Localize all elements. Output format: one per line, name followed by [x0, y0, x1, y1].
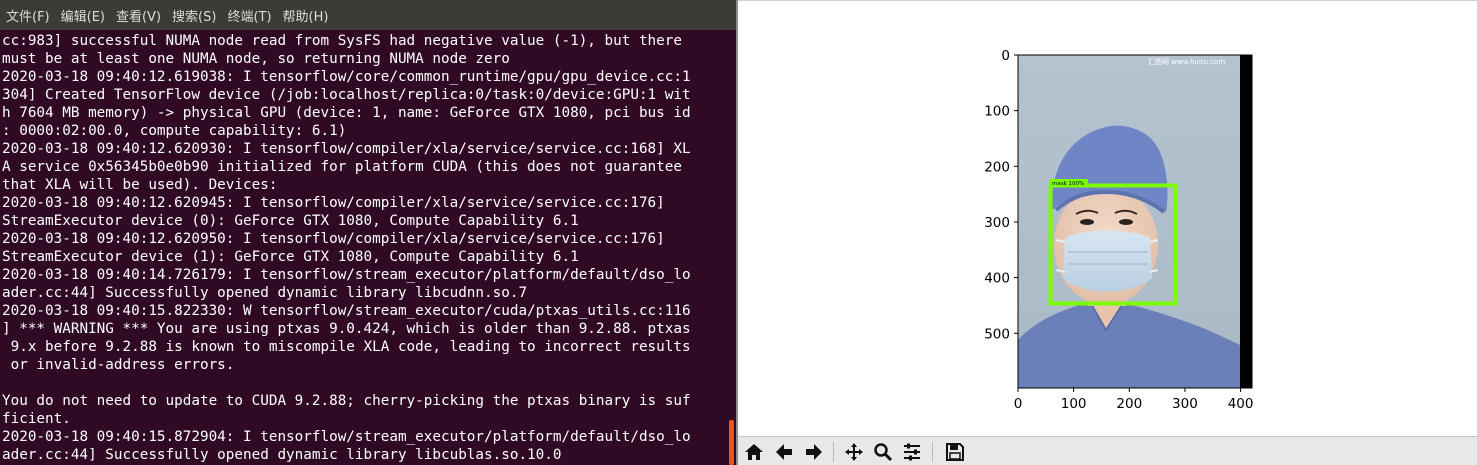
terminal-line: ader.cc:44] Successfully opened dynamic …	[2, 285, 528, 301]
x-tick-label: 300	[1172, 396, 1198, 412]
terminal-line: ader.cc:44] Successfully opened dynamic …	[2, 447, 562, 463]
terminal-line: h 7604 MB memory) -> physical GPU (devic…	[2, 105, 691, 121]
terminal-line: : 0000:02:00.0, compute capability: 6.1)	[2, 123, 347, 139]
back-button[interactable]	[770, 440, 797, 464]
terminal-line: 2020-03-18 09:40:14.726179: I tensorflow…	[2, 267, 691, 283]
terminal-line: 2020-03-18 09:40:15.822330: W tensorflow…	[2, 303, 691, 319]
figure-canvas[interactable]: 汇图网 www.huitu.com mask 100% 0 100 200 300 40…	[738, 0, 1477, 436]
terminal-line: 9.x before 9.2.88 is known to miscompile…	[2, 339, 691, 355]
x-tick-label: 400	[1228, 396, 1254, 412]
terminal-scrollbar[interactable]	[729, 420, 734, 465]
y-tick-label: 100	[984, 104, 1010, 120]
configure-button[interactable]	[898, 440, 925, 464]
terminal-line: A service 0x56345b0e0b90 initialized for…	[2, 159, 682, 175]
x-axis: 0 100 200 300 400	[1014, 388, 1254, 412]
home-icon	[744, 444, 763, 460]
terminal-line: must be at least one NUMA node, so retur…	[2, 51, 510, 67]
save-button[interactable]	[941, 440, 968, 464]
y-tick-label: 500	[984, 326, 1010, 342]
home-button[interactable]	[740, 440, 767, 464]
terminal-output[interactable]: cc:983] successful NUMA node read from S…	[2, 32, 726, 464]
menu-terminal[interactable]: 终端(T)	[227, 6, 271, 25]
terminal-line: cc:983] successful NUMA node read from S…	[2, 33, 682, 49]
pan-icon	[844, 443, 863, 461]
y-tick-label: 300	[984, 215, 1010, 231]
face-mask	[1063, 230, 1152, 292]
toolbar-separator	[932, 442, 933, 462]
forward-icon	[805, 444, 822, 460]
navigation-toolbar	[738, 436, 1477, 465]
y-tick-label: 200	[984, 159, 1010, 175]
terminal-line: StreamExecutor device (0): GeForce GTX 1…	[2, 213, 579, 229]
terminal-menubar: 文件(F) 编辑(E) 查看(V) 搜索(S) 终端(T) 帮助(H)	[0, 0, 736, 30]
menu-view[interactable]: 查看(V)	[116, 6, 161, 25]
terminal-line: 2020-03-18 09:40:12.620950: I tensorflow…	[2, 231, 665, 247]
displayed-image: 汇图网 www.huitu.com	[1018, 55, 1252, 388]
menu-search[interactable]: 搜索(S)	[172, 6, 216, 25]
terminal-line: 2020-03-18 09:40:12.620930: I tensorflow…	[2, 141, 691, 157]
terminal-line: You do not need to update to CUDA 9.2.88…	[2, 393, 691, 409]
y-tick-label: 400	[984, 271, 1010, 287]
right-eye	[1119, 219, 1133, 225]
forward-button[interactable]	[800, 440, 827, 464]
terminal-line: ] *** WARNING *** You are using ptxas 9.…	[2, 321, 691, 337]
menu-help[interactable]: 帮助(H)	[283, 6, 329, 25]
matplotlib-window: 汇图网 www.huitu.com mask 100% 0 100 200 300 40…	[738, 0, 1477, 465]
terminal-line: 2020-03-18 09:40:12.620945: I tensorflow…	[2, 195, 665, 211]
image-side-strip	[1240, 55, 1252, 388]
back-icon	[775, 444, 792, 460]
menu-edit[interactable]: 编辑(E)	[61, 6, 105, 25]
zoom-icon	[873, 443, 892, 462]
terminal-line: 2020-03-18 09:40:12.619038: I tensorflow…	[2, 69, 691, 85]
pan-button[interactable]	[840, 440, 867, 464]
terminal-line: or invalid-address errors.	[2, 357, 235, 373]
terminal-line: ficient.	[2, 411, 71, 427]
detection-label: mask 100%	[1052, 181, 1084, 187]
image-watermark: 汇图网 www.huitu.com	[1148, 58, 1225, 66]
toolbar-separator	[833, 442, 834, 462]
terminal-line: 304] Created TensorFlow device (/job:loc…	[2, 87, 691, 103]
terminal-line: StreamExecutor device (1): GeForce GTX 1…	[2, 249, 579, 265]
y-axis: 0 100 200 300 400 500	[984, 48, 1018, 342]
configure-icon	[903, 443, 920, 461]
x-tick-label: 0	[1014, 396, 1023, 412]
y-tick-label: 0	[1001, 48, 1010, 64]
x-tick-label: 100	[1061, 396, 1087, 412]
x-tick-label: 200	[1116, 396, 1142, 412]
terminal-window[interactable]: 文件(F) 编辑(E) 查看(V) 搜索(S) 终端(T) 帮助(H) cc:9…	[0, 0, 736, 465]
terminal-line: that XLA will be used). Devices:	[2, 177, 278, 193]
left-eye	[1080, 219, 1094, 225]
menu-file[interactable]: 文件(F)	[6, 6, 50, 25]
save-icon	[945, 443, 964, 461]
terminal-line: 2020-03-18 09:40:15.872904: I tensorflow…	[2, 429, 691, 445]
zoom-button[interactable]	[869, 440, 896, 464]
